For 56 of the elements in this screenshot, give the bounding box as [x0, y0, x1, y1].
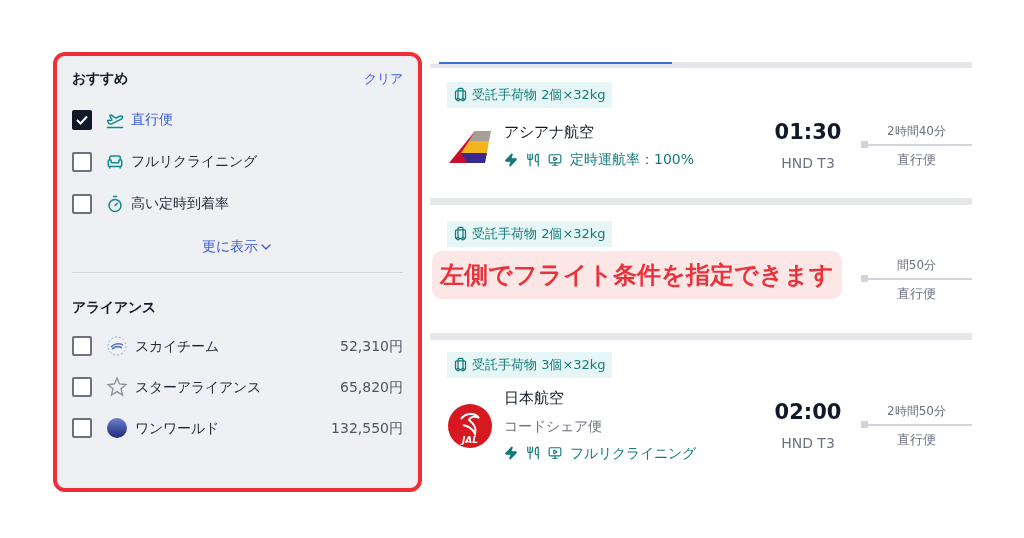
globe-logo-icon: [106, 417, 128, 439]
departure-time: 01:30: [774, 119, 842, 147]
terminal-text: HND T3: [781, 153, 835, 173]
luggage-icon: [453, 357, 468, 373]
power-icon: [504, 446, 518, 461]
luggage-icon: [453, 226, 468, 242]
price-text: 52,310円: [340, 336, 403, 356]
swirl-logo-icon: [106, 335, 128, 357]
alliance-label[interactable]: スターアライアンス: [135, 376, 261, 398]
baggage-text: 受託手荷物 2個×32kg: [472, 86, 606, 104]
seat-icon: [106, 152, 124, 171]
stops-text: 直行便: [897, 150, 936, 169]
feature-text: 定時運航率：100%: [570, 150, 695, 170]
feature-text: フルリクライニング: [570, 443, 696, 463]
price-text: 132,550円: [331, 418, 403, 438]
show-more-link[interactable]: 更に表示: [201, 236, 274, 257]
checkbox[interactable]: [72, 418, 92, 438]
power-icon: [504, 152, 518, 167]
alliance-label[interactable]: スカイチーム: [135, 335, 219, 357]
flight-card[interactable]: 受託手荷物 2個×32kg アシアナ航空 定時運航率：100% 01:30 HND T3 2時間40分 直行便: [430, 68, 972, 198]
duration-text: 2時間50分: [887, 402, 946, 420]
baggage-text: 受託手荷物 3個×32kg: [472, 356, 606, 374]
baggage-text: 受託手荷物 2個×32kg: [472, 225, 606, 243]
meal-icon: [526, 152, 540, 167]
checkbox[interactable]: [72, 109, 92, 130]
clear-link[interactable]: クリア: [364, 68, 403, 89]
price-text: 65,820円: [340, 377, 403, 397]
checkbox[interactable]: [72, 377, 92, 397]
section-title: おすすめ: [72, 69, 128, 88]
filter-label[interactable]: 高い定時到着率: [131, 193, 229, 214]
checkbox[interactable]: [72, 151, 92, 172]
callout-banner: 左側でフライト条件を指定できます: [432, 251, 842, 299]
departure-time: 02:00: [774, 399, 842, 427]
terminal-text: HND T3: [781, 433, 835, 453]
duration-text: 2時間40分: [887, 122, 946, 140]
stops-text: 直行便: [897, 285, 936, 304]
codeshare-label: コードシェア便: [504, 416, 603, 436]
duration-text: 間50分: [896, 257, 937, 275]
crane-logo: JAL: [447, 402, 493, 449]
section-title: アライアンス: [72, 299, 156, 315]
checkbox[interactable]: [72, 193, 92, 214]
flight-card[interactable]: 受託手荷物 3個×32kg JAL 日本航空 コードシェア便 フルリクライニング 02:00 HND T3 2時間50分 直行便: [430, 340, 972, 490]
checkmark-icon: [76, 114, 88, 125]
checkbox[interactable]: [72, 336, 92, 356]
star-logo-icon: [106, 376, 128, 398]
meal-icon: [526, 446, 540, 461]
entertainment-icon: [548, 152, 562, 167]
timer-icon: [106, 194, 124, 213]
luggage-icon: [453, 87, 468, 103]
stops-text: 直行便: [897, 430, 936, 449]
airline-name: アシアナ航空: [504, 121, 595, 143]
filter-label[interactable]: フルリクライニング: [131, 151, 257, 172]
entertainment-icon: [548, 446, 562, 461]
alliance-label[interactable]: ワンワールド: [135, 417, 219, 439]
airline-name: 日本航空: [504, 388, 565, 410]
filter-label[interactable]: 直行便: [131, 109, 173, 130]
